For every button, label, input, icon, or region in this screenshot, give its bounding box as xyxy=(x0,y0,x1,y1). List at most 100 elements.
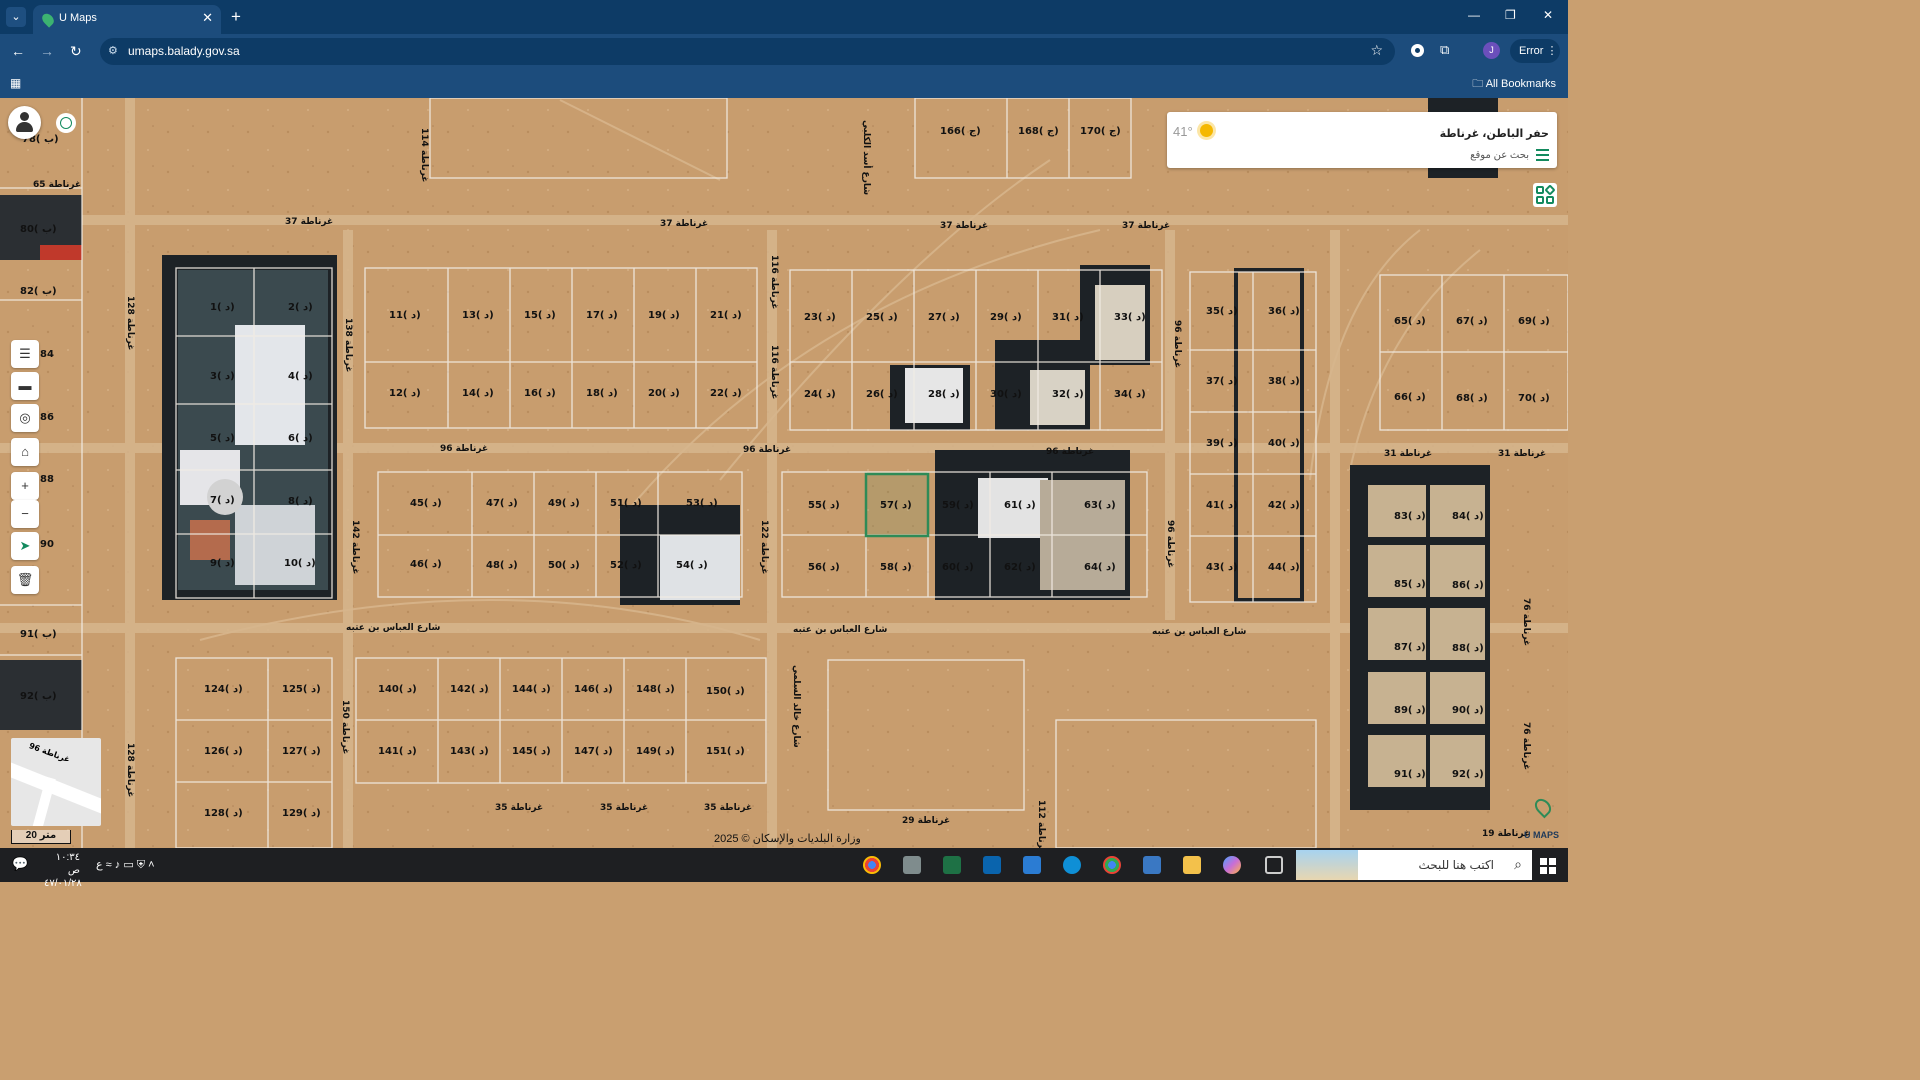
zoom-out-button[interactable]: − xyxy=(11,500,39,528)
address-bar[interactable]: ⚙ umaps.balady.gov.sa ☆ xyxy=(100,38,1395,65)
parcel-label: 62( د) xyxy=(1004,562,1036,573)
location-title: حفر الباطن، غرناطة xyxy=(1439,128,1549,140)
street-label: غرناطة 37 xyxy=(285,217,333,227)
taskbar-search[interactable]: اكتب هنا للبحث ⌕ xyxy=(1296,850,1532,880)
all-bookmarks-link[interactable]: 🗀 All Bookmarks xyxy=(1472,75,1556,94)
map-canvas[interactable]: غرناطة 37 غرناطة 37 غرناطة 37 غرناطة 37 … xyxy=(0,98,1568,848)
parcel-label: 37( د) xyxy=(1206,376,1238,387)
parcel-label: 91( ب) xyxy=(20,629,57,640)
copyright-text: وزارة البلديات والإسكان © 2025 xyxy=(714,833,861,845)
error-label: Error xyxy=(1519,45,1544,57)
outlook-icon[interactable] xyxy=(983,856,1001,874)
chrome-profile-icon[interactable] xyxy=(1103,856,1121,874)
mail-icon[interactable] xyxy=(1023,856,1041,874)
street-label: شارع أسد الكلبي xyxy=(861,120,873,195)
minimize-button[interactable]: — xyxy=(1468,8,1480,22)
store-icon[interactable] xyxy=(1143,856,1161,874)
security-icon[interactable]: ⛨ xyxy=(137,859,145,871)
wifi-icon[interactable]: ≈ xyxy=(106,859,112,871)
forward-arrow-icon[interactable]: → xyxy=(40,43,54,59)
browser-tab[interactable]: U Maps ✕ xyxy=(33,5,221,34)
parcel-label: 13( د) xyxy=(462,310,494,321)
overview-minimap[interactable]: غرناطة 96 xyxy=(11,738,101,826)
calculator-icon[interactable] xyxy=(903,856,921,874)
tab-search-button[interactable]: ⌄ xyxy=(6,7,26,27)
search-location-link[interactable]: بحث عن موقع xyxy=(1470,150,1529,161)
parcel-label: 146( د) xyxy=(574,684,613,695)
chrome-icon[interactable] xyxy=(863,856,881,874)
zoom-in-button[interactable]: + xyxy=(11,472,39,500)
reload-icon[interactable]: ↻ xyxy=(70,43,82,60)
parcel-label: 12( د) xyxy=(389,388,421,399)
parcel-label: 61( د) xyxy=(1004,500,1036,511)
parcel-label: 86( د) xyxy=(1452,580,1484,591)
locate-icon[interactable]: ◎ xyxy=(11,404,39,432)
excel-icon[interactable] xyxy=(943,856,961,874)
parcel-label: 7( د) xyxy=(210,495,235,506)
windows-start-icon[interactable] xyxy=(1540,858,1556,874)
clock[interactable]: ١٠:٣٤ ص ٤٧/٠١/٢٨ xyxy=(44,851,82,890)
street-label: غرناطة 116 xyxy=(769,345,779,399)
edge-icon[interactable] xyxy=(1063,856,1081,874)
select-pointer-icon[interactable]: ➤ xyxy=(11,532,39,560)
close-window-button[interactable]: ✕ xyxy=(1543,8,1553,22)
restore-button[interactable]: ❐ xyxy=(1505,8,1516,22)
parcel-label: 11( د) xyxy=(389,310,421,321)
parcel-label: 88( د) xyxy=(1452,643,1484,654)
apps-grid-icon[interactable]: ▦ xyxy=(10,76,21,90)
system-tray[interactable]: ع ≈ ♪ ▭ ⛨ ˄ xyxy=(96,858,155,872)
street-label: غرناطة 37 xyxy=(940,221,988,231)
file-explorer-icon[interactable] xyxy=(1183,856,1201,874)
street-label: شارع العباس بن عتبه xyxy=(346,623,441,633)
street-label: شارع العباس بن عتبه xyxy=(793,625,888,635)
bookmark-star-icon[interactable]: ☆ xyxy=(1370,42,1383,59)
puzzle-extensions-icon[interactable]: ⧉ xyxy=(1440,42,1449,58)
error-button[interactable]: Error ⋮ xyxy=(1510,39,1560,63)
layers-icon[interactable] xyxy=(1533,183,1557,207)
parcel-label: 89( د) xyxy=(1394,705,1426,716)
trash-icon[interactable]: 🗑 xyxy=(11,566,39,594)
parcel-label: 49( د) xyxy=(548,498,580,509)
parcel-label: 69( د) xyxy=(1518,316,1550,327)
globe-icon[interactable] xyxy=(56,113,76,133)
parcel-label: 54( د) xyxy=(676,560,708,571)
parcel-label: 59( د) xyxy=(942,500,974,511)
sun-icon xyxy=(1200,124,1213,137)
parcel-label: 23( د) xyxy=(804,312,836,323)
chevron-up-icon[interactable]: ˄ xyxy=(148,859,154,871)
search-placeholder: اكتب هنا للبحث xyxy=(1418,858,1494,872)
user-account-button[interactable] xyxy=(8,106,41,139)
profile-avatar[interactable]: J xyxy=(1483,42,1500,59)
parcel-label: 80( ب) xyxy=(20,224,57,235)
parcel-label: 92( د) xyxy=(1452,769,1484,780)
volume-icon[interactable]: ♪ xyxy=(115,859,121,871)
parcel-label: 17( د) xyxy=(586,310,618,321)
menu-icon[interactable] xyxy=(1536,149,1549,161)
parcel-label: 10( د) xyxy=(284,558,316,569)
language-indicator[interactable]: ع xyxy=(96,859,103,871)
site-info-icon[interactable]: ⚙ xyxy=(108,44,118,57)
ruler-icon[interactable]: ▬ xyxy=(11,372,39,400)
new-tab-button[interactable]: + xyxy=(231,7,241,27)
back-arrow-icon[interactable]: ← xyxy=(11,43,25,59)
list-icon[interactable]: ☰ xyxy=(11,340,39,368)
address-bar-row: ← → ↻ ⚙ umaps.balady.gov.sa ☆ ⧉ J Error … xyxy=(0,34,1568,68)
parcel-label: 90 xyxy=(40,539,54,550)
task-view-icon[interactable] xyxy=(1265,856,1283,874)
parcel-label: 18( د) xyxy=(586,388,618,399)
notification-icon[interactable]: 💬 xyxy=(12,856,28,872)
bookmarks-bar: ▦ 🗀 All Bookmarks xyxy=(0,68,1568,98)
street-label: غرناطة 150 xyxy=(340,700,350,754)
extension-icon[interactable] xyxy=(1411,44,1424,57)
url-text[interactable]: umaps.balady.gov.sa xyxy=(128,44,240,58)
copilot-icon[interactable] xyxy=(1223,856,1241,874)
parcel-label: 92( ب) xyxy=(20,691,57,702)
tab-bar: ⌄ U Maps ✕ + — ❐ ✕ xyxy=(0,0,1568,34)
battery-icon[interactable]: ▭ xyxy=(123,859,133,871)
parcel-label: 40( د) xyxy=(1268,438,1300,449)
street-label: غرناطة 116 xyxy=(769,255,779,309)
parcel-label: 31( د) xyxy=(1052,312,1084,323)
close-tab-icon[interactable]: ✕ xyxy=(202,10,213,26)
street-label: غرناطة 37 xyxy=(1122,221,1170,231)
home-icon[interactable]: ⌂ xyxy=(11,438,39,466)
